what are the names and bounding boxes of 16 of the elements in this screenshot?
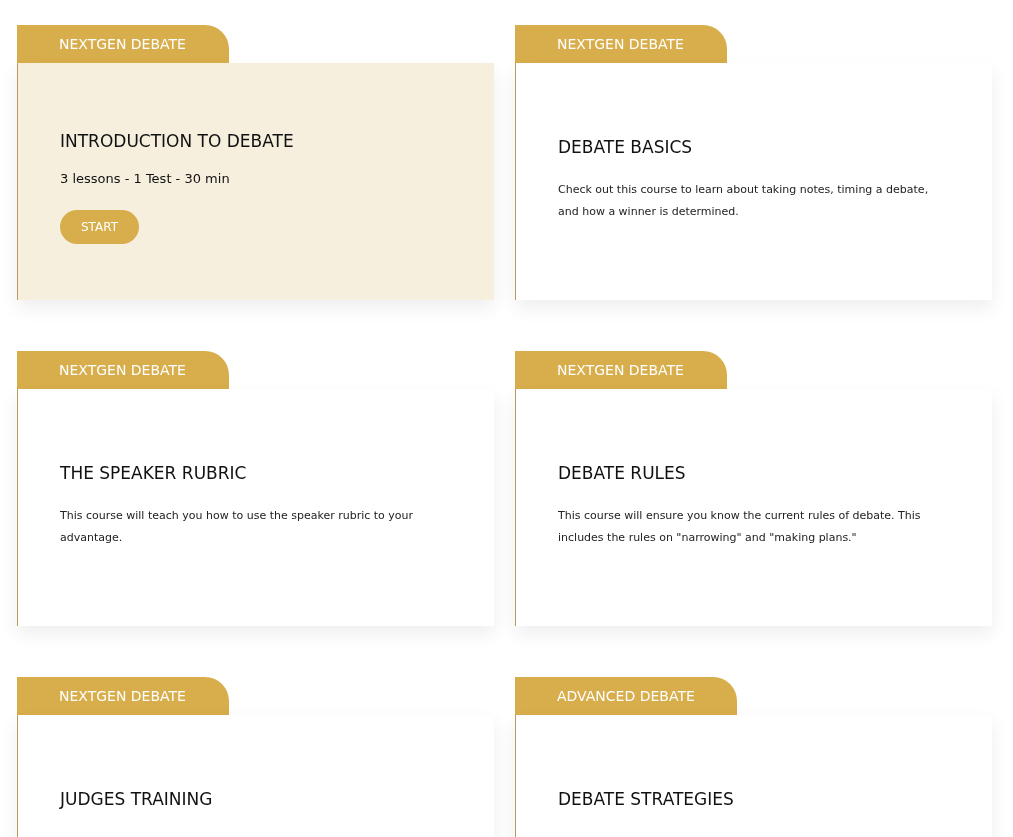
course-title: THE SPEAKER RUBRIC [60, 463, 247, 483]
course-card[interactable]: JUDGES TRAINING [17, 715, 494, 837]
course-meta: 3 lessons - 1 Test - 30 min [60, 171, 230, 186]
course-title: DEBATE BASICS [558, 137, 693, 157]
course-description: Check out this course to learn about taking notes, timing a debate, and how a winner is determined. [558, 182, 930, 220]
course-title: JUDGES TRAINING [60, 789, 213, 809]
course-title: INTRODUCTION TO DEBATE [60, 131, 294, 151]
course-card[interactable]: DEBATE RULES This course will ensure you know the current rules of debate. This includes the rules on "narrowing" and "making plans." [515, 389, 992, 626]
course-card[interactable]: DEBATE STRATEGIES [515, 715, 992, 837]
course-description: This course will ensure you know the current rules of debate. This includes the rules on "narrowing" and "making plans." [558, 508, 922, 546]
course-card[interactable]: INTRODUCTION TO DEBATE 3 lessons - 1 Test - 30 min START [17, 63, 494, 300]
course-card[interactable]: THE SPEAKER RUBRIC This course will teach you how to use the speaker rubric to your advantage. [17, 389, 494, 626]
course-description: This course will teach you how to use the speaker rubric to your advantage. [60, 508, 415, 546]
course-title: DEBATE RULES [558, 463, 686, 483]
course-card[interactable]: DEBATE BASICS Check out this course to learn about taking notes, timing a debate, and how a winner is determined. [515, 63, 992, 300]
course-title: DEBATE STRATEGIES [558, 789, 734, 809]
